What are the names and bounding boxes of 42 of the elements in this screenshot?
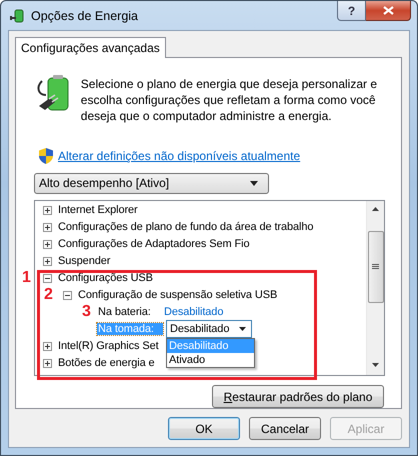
shield-icon	[39, 148, 53, 164]
tree-item[interactable]: Intel(R) Graphics Set	[57, 340, 160, 352]
callout-number: 2	[44, 286, 53, 304]
collapse-icon[interactable]	[63, 290, 72, 300]
setting-value-link[interactable]: Desabilitado	[164, 306, 224, 318]
tab[interactable]: Configurações avançadas	[15, 37, 166, 58]
callout-number: 1	[22, 268, 31, 287]
tree-item[interactable]: Internet Explorer	[57, 204, 139, 216]
restore-button[interactable]: Restaurar padrões do plano	[212, 385, 384, 408]
scroll-up-icon[interactable]	[372, 206, 379, 211]
tree-item[interactable]: Botões de energia e	[57, 357, 156, 370]
callout-number: 3	[82, 302, 91, 321]
expand-icon[interactable]	[43, 240, 52, 249]
close-icon	[382, 6, 394, 15]
expand-icon[interactable]	[43, 358, 52, 368]
scroll-thumb[interactable]	[368, 230, 384, 303]
grip-icon	[372, 264, 379, 270]
close-button[interactable]	[366, 1, 411, 21]
setting-label[interactable]: Na bateria:	[97, 306, 163, 318]
scrollbar[interactable]	[366, 200, 384, 375]
caret-icon	[250, 180, 258, 186]
dialog-button[interactable]: Cancelar	[249, 417, 321, 440]
expand-icon[interactable]	[43, 256, 52, 266]
tree-item[interactable]: Configuração de suspensão seletiva USB	[77, 289, 278, 302]
plan-dropdown[interactable]: Alto desempenho [Ativo]	[34, 173, 269, 194]
tree-item[interactable]: Configurações USB	[57, 272, 154, 284]
link[interactable]: Alterar definições não disponíveis atualmente	[58, 149, 300, 163]
caret-icon	[239, 327, 246, 332]
scroll-down-icon[interactable]	[372, 363, 379, 367]
collapse-icon[interactable]	[43, 274, 52, 283]
expand-icon[interactable]	[43, 342, 52, 351]
window-title: Opções de Energia	[31, 9, 140, 23]
help-button[interactable]: ?	[337, 1, 366, 21]
tree-item[interactable]: Configurações de Adaptadores Sem Fio	[57, 238, 250, 250]
expand-icon[interactable]	[43, 206, 52, 215]
battery-plug-icon	[9, 9, 26, 24]
expand-icon[interactable]	[43, 222, 52, 232]
tree-item[interactable]: Configurações de plano de fundo da área de trabalho	[57, 221, 314, 234]
tree-item[interactable]: Suspender	[57, 255, 112, 268]
description-text: Selecione o plano de energia que deseja personalizar e escolha configurações que refletam a forma como você deseja que o computador administre a energia.	[80, 76, 378, 124]
dialog-button[interactable]: OK	[168, 417, 240, 440]
dropdown-option[interactable]: Ativado	[167, 353, 254, 368]
